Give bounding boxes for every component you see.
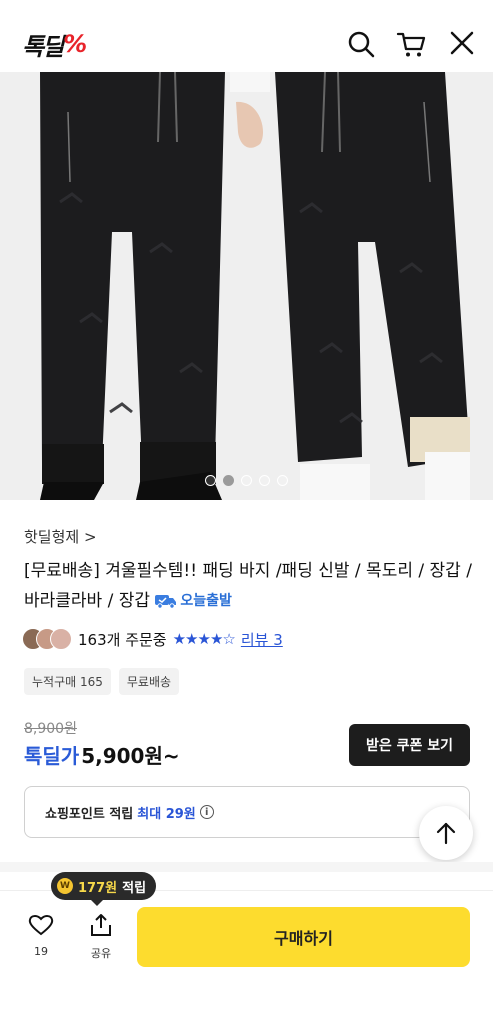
share-label: 공유: [90, 947, 112, 960]
shopping-points-box[interactable]: 쇼핑포인트 적립 최대 29원 i: [24, 786, 470, 838]
cart-icon[interactable]: [396, 29, 426, 59]
order-count: 163개 주문중: [78, 630, 167, 649]
gallery-dot[interactable]: [277, 475, 288, 486]
points-label: 쇼핑포인트 적립: [45, 806, 134, 822]
reward-amount: 177원: [78, 880, 118, 896]
coin-icon: W: [57, 878, 73, 894]
share-button[interactable]: 공유: [82, 913, 120, 961]
rating-half-star: ☆: [222, 630, 235, 648]
reward-tooltip: W 177원 적립: [51, 872, 157, 906]
top-header: 톡딜 %: [0, 0, 493, 72]
gallery-dot-active[interactable]: [223, 475, 234, 486]
review-link[interactable]: 리뷰 3: [241, 629, 283, 650]
product-title-text: [무료배송] 겨울필수템!! 패딩 바지 /패딩 신발 / 목도리 / 장갑 /…: [24, 561, 472, 611]
search-icon[interactable]: [346, 29, 376, 59]
bottom-action-bar: 19 공유 구매하기: [0, 890, 493, 1024]
tag-free-shipping: 무료배송: [118, 668, 180, 695]
points-max: 최대 29원: [137, 806, 196, 822]
info-icon[interactable]: i: [199, 805, 214, 819]
like-count: 19: [34, 945, 48, 958]
product-photo: [0, 72, 493, 500]
arrow-up-icon: [436, 822, 456, 845]
rating-full-stars: ★★★★: [172, 630, 224, 648]
gallery-pagination[interactable]: [0, 475, 493, 486]
today-shipping-badge: 오늘출발: [155, 586, 232, 616]
buyer-avatars: [22, 628, 72, 650]
view-coupons-button[interactable]: 받은 쿠폰 보기: [349, 724, 470, 766]
tag-cumulative-purchase: 누적구매 165: [24, 668, 111, 695]
deal-price-value: 5,900원~: [81, 744, 180, 768]
gallery-dot[interactable]: [259, 475, 270, 486]
truck-icon: [155, 595, 177, 609]
product-image-gallery[interactable]: [0, 72, 493, 500]
scroll-top-button[interactable]: [419, 806, 473, 860]
deal-price-row: 톡딜가 5,900원~: [24, 740, 180, 769]
rating-row: 163개 주문중 ★★★★☆ 리뷰 3: [22, 628, 283, 650]
reward-suffix: 적립: [122, 880, 147, 896]
like-button[interactable]: 19: [22, 913, 60, 958]
avatar: [50, 628, 72, 650]
section-divider: [0, 862, 493, 872]
heart-icon: [28, 915, 54, 936]
today-shipping-label: 오늘출발: [180, 593, 232, 609]
gallery-dot[interactable]: [241, 475, 252, 486]
product-title: [무료배송] 겨울필수템!! 패딩 바지 /패딩 신발 / 목도리 / 장갑 /…: [24, 556, 474, 616]
close-icon[interactable]: [448, 29, 478, 59]
talkdeal-logo[interactable]: 톡딜 %: [22, 28, 88, 61]
buy-button[interactable]: 구매하기: [137, 907, 470, 967]
original-price: 8,900원: [24, 721, 77, 737]
deal-price-label: 톡딜가: [24, 744, 80, 768]
rating-stars-icon: ★★★★☆: [172, 630, 236, 648]
logo-text: 톡딜: [22, 32, 64, 61]
logo-mark: %: [63, 30, 88, 58]
gallery-dot[interactable]: [205, 475, 216, 486]
seller-link[interactable]: 핫딜형제 >: [24, 526, 97, 547]
product-tags: 누적구매 165 무료배송: [24, 668, 180, 695]
share-icon: [91, 914, 111, 936]
